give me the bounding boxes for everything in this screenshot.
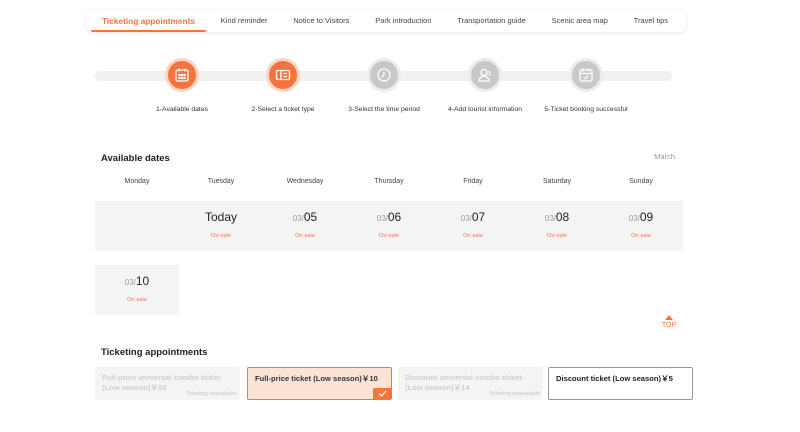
ticket-unavailable-note: Ticketing unavailable: [185, 391, 237, 397]
date-day: 05: [303, 210, 318, 224]
date-month-prefix: 03/: [544, 214, 556, 223]
tab-travel-tips[interactable]: Travel tips: [634, 10, 668, 32]
on-sale-status: On sale: [631, 233, 651, 239]
weekday-tuesday: Tuesday: [207, 178, 235, 185]
step-ticket-booking-successful: 5-Ticket booking successful: [526, 58, 646, 113]
tab-bar: Ticketing appointments Kind reminder Not…: [86, 10, 686, 32]
weekday-thursday: Thursday: [374, 178, 404, 185]
date-day: 06: [387, 210, 402, 224]
clock-icon: [367, 58, 401, 92]
weekday-monday: Monday: [124, 178, 150, 185]
ticket-unavailable-note: Ticketing unavailable: [488, 391, 540, 397]
tab-transportation-guide[interactable]: Transportation guide: [457, 10, 526, 32]
date-row: Today On sale 03/05 On sale 03/06 On sal…: [95, 201, 683, 251]
tab-park-introduction[interactable]: Park introduction: [375, 10, 431, 32]
on-sale-status: On sale: [547, 233, 567, 239]
date-month-prefix: 03/: [460, 214, 472, 223]
weekday-wednesday: Wednesday: [286, 178, 324, 185]
date-month-prefix: 03/: [376, 214, 388, 223]
weekday-header: Monday Tuesday Wednesday Thursday Friday…: [95, 178, 683, 185]
ticket-card-selected[interactable]: Full-price ticket (Low season)￥10: [247, 367, 392, 400]
top-label: TOP: [661, 322, 677, 329]
tab-kind-reminder[interactable]: Kind reminder: [221, 10, 268, 32]
ticket-card-unavailable: Full-price universal combo ticket (Low s…: [95, 367, 240, 400]
calendar-check-icon: [569, 58, 603, 92]
on-sale-status: On sale: [463, 233, 483, 239]
on-sale-status: On sale: [211, 233, 231, 239]
user-icon: [468, 58, 502, 92]
date-cell[interactable]: 03/10 On sale: [95, 265, 179, 315]
ticket-name: Discount ticket (Low season)￥5: [556, 374, 673, 383]
date-day: 07: [471, 210, 486, 224]
date-cell[interactable]: 03/09 On sale: [599, 201, 683, 251]
date-day: 09: [639, 210, 654, 224]
checkmark-icon: [373, 388, 391, 399]
step-label: 5-Ticket booking successful: [544, 106, 628, 113]
date-cell[interactable]: 03/08 On sale: [515, 201, 599, 251]
date-month-prefix: 03/: [292, 214, 304, 223]
date-day: 10: [135, 274, 150, 288]
ticket-icon: [266, 58, 300, 92]
date-cell-empty: [95, 201, 179, 251]
month-label: March: [654, 152, 675, 161]
date-day: Today: [204, 210, 238, 224]
arrow-up-icon: [665, 315, 673, 320]
date-month-prefix: 03/: [124, 278, 136, 287]
on-sale-status: On sale: [127, 297, 147, 303]
back-to-top-button[interactable]: TOP: [659, 315, 679, 329]
ticket-name: Full-price ticket (Low season)￥10: [255, 374, 378, 383]
on-sale-status: On sale: [295, 233, 315, 239]
date-cell[interactable]: 03/07 On sale: [431, 201, 515, 251]
date-cell[interactable]: 03/05 On sale: [263, 201, 347, 251]
ticket-card[interactable]: Discount ticket (Low season)￥5: [548, 367, 693, 400]
weekday-sunday: Sunday: [629, 178, 653, 185]
ticketing-appointments-title: Ticketing appointments: [101, 347, 208, 358]
date-cell-today[interactable]: Today On sale: [179, 201, 263, 251]
available-dates-title: Available dates: [101, 153, 170, 164]
date-day: 08: [555, 210, 570, 224]
date-month-prefix: 03/: [628, 214, 640, 223]
on-sale-status: On sale: [379, 233, 399, 239]
calendar-icon: [165, 58, 199, 92]
tab-notice-to-visitors[interactable]: Notice to Visitors: [293, 10, 349, 32]
date-cell[interactable]: 03/06 On sale: [347, 201, 431, 251]
weekday-saturday: Saturday: [542, 178, 572, 185]
tab-ticketing-appointments[interactable]: Ticketing appointments: [91, 10, 206, 32]
ticket-card-unavailable: Discount universal combo ticket (Low sea…: [398, 367, 543, 400]
weekday-friday: Friday: [463, 178, 483, 185]
date-row: 03/10 On sale: [95, 265, 179, 315]
tab-scenic-area-map[interactable]: Scenic area map: [552, 10, 608, 32]
